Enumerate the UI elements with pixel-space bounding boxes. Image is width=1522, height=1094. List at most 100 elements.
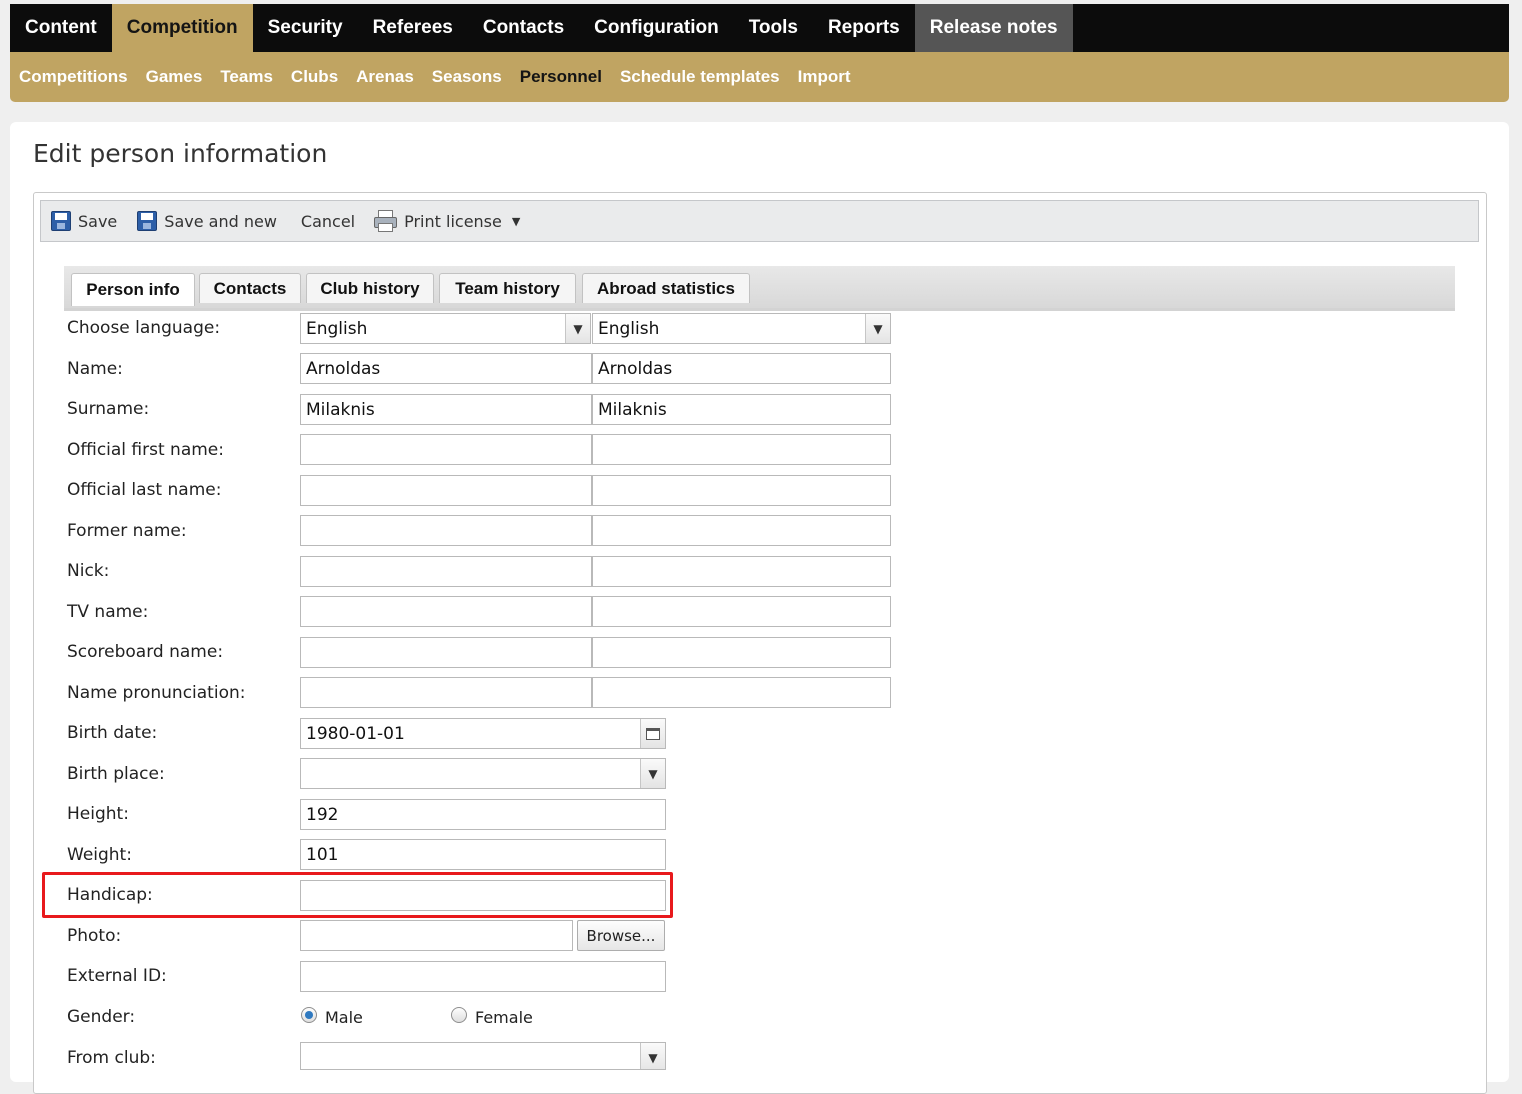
official-first-name-input-1[interactable] xyxy=(300,434,592,465)
from-club-select[interactable]: ▼ xyxy=(300,1042,666,1070)
tab-strip: Person info Contacts Club history Team h… xyxy=(64,266,1455,311)
caret-down-icon[interactable]: ▼ xyxy=(512,215,520,228)
name-label: Name: xyxy=(67,359,123,379)
birth-date-input[interactable]: 1980-01-01 xyxy=(300,718,666,749)
submenu-competitions[interactable]: Competitions xyxy=(19,67,128,87)
birth-place-label: Birth place: xyxy=(67,764,165,784)
printer-icon xyxy=(373,210,398,232)
former-name-label: Former name: xyxy=(67,521,187,541)
nick-input-2[interactable] xyxy=(592,556,891,587)
tv-name-input-1[interactable] xyxy=(300,596,592,627)
menu-tools[interactable]: Tools xyxy=(734,4,813,52)
former-name-input-1[interactable] xyxy=(300,515,592,546)
tv-name-input-2[interactable] xyxy=(592,596,891,627)
submenu-games[interactable]: Games xyxy=(146,67,203,87)
menu-reports[interactable]: Reports xyxy=(813,4,915,52)
official-first-name-input-2[interactable] xyxy=(592,434,891,465)
save-button[interactable]: Save xyxy=(51,211,117,231)
handicap-input[interactable] xyxy=(300,880,666,911)
gender-female-label[interactable]: Female xyxy=(475,1008,533,1027)
official-last-name-input-2[interactable] xyxy=(592,475,891,506)
save-icon xyxy=(51,211,71,231)
birth-place-select[interactable]: ▼ xyxy=(300,758,666,789)
tv-name-label: TV name: xyxy=(67,602,149,622)
save-icon xyxy=(137,211,158,231)
language-select-2-value: English xyxy=(598,318,660,339)
external-id-label: External ID: xyxy=(67,966,167,986)
height-label: Height: xyxy=(67,804,129,824)
top-menu: Content Competition Security Referees Co… xyxy=(10,4,1509,52)
birth-date-label: Birth date: xyxy=(67,723,158,743)
tab-club-history[interactable]: Club history xyxy=(306,273,434,303)
gender-male-label[interactable]: Male xyxy=(325,1008,363,1027)
menu-configuration[interactable]: Configuration xyxy=(579,4,734,52)
gender-male-radio[interactable] xyxy=(301,1007,317,1023)
tab-person-info[interactable]: Person info xyxy=(71,273,195,306)
save-and-new-button[interactable]: Save and new xyxy=(137,211,277,231)
nick-label: Nick: xyxy=(67,561,110,581)
name-pronunciation-input-2[interactable] xyxy=(592,677,891,708)
surname-label: Surname: xyxy=(67,399,150,419)
surname-input-1[interactable]: Milaknis xyxy=(300,394,592,425)
menu-release-notes[interactable]: Release notes xyxy=(914,4,1073,52)
from-club-label: From club: xyxy=(67,1048,156,1068)
external-id-input[interactable] xyxy=(300,961,666,992)
save-and-new-label: Save and new xyxy=(164,211,277,231)
menu-content[interactable]: Content xyxy=(10,4,112,52)
handicap-label: Handicap: xyxy=(67,885,153,905)
submenu-personnel[interactable]: Personnel xyxy=(520,67,602,87)
weight-label: Weight: xyxy=(67,845,132,865)
chevron-down-icon[interactable]: ▼ xyxy=(565,314,590,343)
save-label: Save xyxy=(78,211,118,231)
submenu-schedule-templates[interactable]: Schedule templates xyxy=(620,67,780,87)
chevron-down-icon[interactable]: ▼ xyxy=(640,759,665,788)
photo-label: Photo: xyxy=(67,926,122,946)
submenu-arenas[interactable]: Arenas xyxy=(356,67,414,87)
weight-input[interactable]: 101 xyxy=(300,839,666,870)
menu-competition[interactable]: Competition xyxy=(111,4,253,52)
print-license-label: Print license xyxy=(404,211,502,231)
nick-input-1[interactable] xyxy=(300,556,592,587)
chevron-down-icon[interactable]: ▼ xyxy=(865,314,890,343)
birth-date-value: 1980-01-01 xyxy=(306,723,405,744)
chevron-down-icon[interactable]: ▼ xyxy=(640,1043,665,1069)
language-select-1-value: English xyxy=(306,318,368,339)
tab-team-history[interactable]: Team history xyxy=(439,273,576,303)
submenu-seasons[interactable]: Seasons xyxy=(432,67,502,87)
sub-menu: Competitions Games Teams Clubs Arenas Se… xyxy=(10,52,1509,102)
submenu-import[interactable]: Import xyxy=(798,67,851,87)
tab-contacts[interactable]: Contacts xyxy=(199,273,301,303)
language-select-2[interactable]: English ▼ xyxy=(592,313,891,344)
former-name-input-2[interactable] xyxy=(592,515,891,546)
browse-button[interactable]: Browse... xyxy=(577,920,665,951)
submenu-teams[interactable]: Teams xyxy=(220,67,273,87)
gender-female-radio[interactable] xyxy=(451,1007,467,1023)
photo-file-input[interactable] xyxy=(300,920,573,951)
choose-language-label: Choose language: xyxy=(67,318,221,338)
scoreboard-name-label: Scoreboard name: xyxy=(67,642,224,662)
cancel-button[interactable]: Cancel xyxy=(301,212,355,231)
official-last-name-label: Official last name: xyxy=(67,480,222,500)
scoreboard-name-input-1[interactable] xyxy=(300,637,592,668)
cancel-label: Cancel xyxy=(300,211,356,231)
calendar-icon[interactable] xyxy=(640,719,665,748)
name-pronunciation-input-1[interactable] xyxy=(300,677,592,708)
menu-referees[interactable]: Referees xyxy=(358,4,468,52)
menu-contacts[interactable]: Contacts xyxy=(468,4,579,52)
name-input-2[interactable]: Arnoldas xyxy=(592,353,891,384)
toolbar: Save Save and new Cancel Print license ▼ xyxy=(40,200,1479,242)
height-input[interactable]: 192 xyxy=(300,799,666,830)
name-pronunciation-label: Name pronunciation: xyxy=(67,683,246,703)
official-last-name-input-1[interactable] xyxy=(300,475,592,506)
print-license-button[interactable]: Print license ▼ xyxy=(373,210,520,232)
language-select-1[interactable]: English ▼ xyxy=(300,313,591,344)
page-title: Edit person information xyxy=(33,139,328,168)
name-input-1[interactable]: Arnoldas xyxy=(300,353,592,384)
surname-input-2[interactable]: Milaknis xyxy=(592,394,891,425)
gender-label: Gender: xyxy=(67,1007,136,1027)
submenu-clubs[interactable]: Clubs xyxy=(291,67,338,87)
tab-abroad-statistics[interactable]: Abroad statistics xyxy=(582,273,750,303)
official-first-name-label: Official first name: xyxy=(67,440,224,460)
scoreboard-name-input-2[interactable] xyxy=(592,637,891,668)
menu-security[interactable]: Security xyxy=(253,4,358,52)
